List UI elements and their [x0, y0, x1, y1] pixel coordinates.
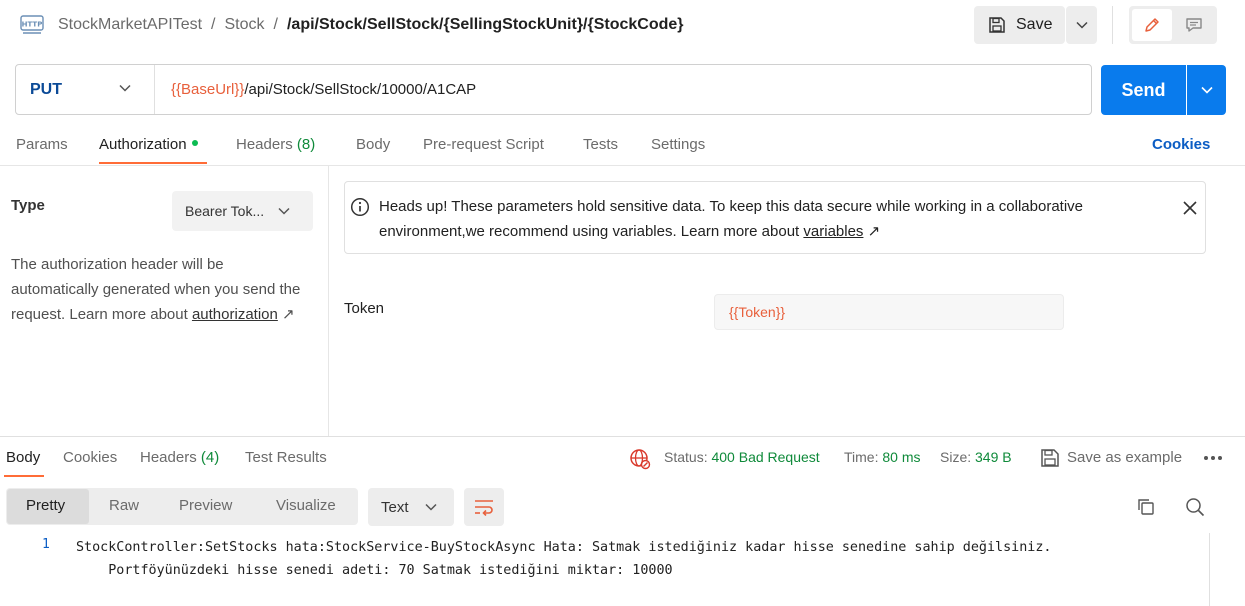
breadcrumb-separator: / — [211, 16, 216, 33]
search-icon[interactable] — [1185, 497, 1205, 517]
time-label: Time: — [844, 449, 879, 465]
active-tab-underline — [4, 475, 44, 477]
status-code[interactable]: Status: 400 Bad Request — [664, 449, 820, 465]
send-button[interactable]: Send — [1101, 65, 1186, 115]
breadcrumb-folder[interactable]: Stock — [225, 16, 265, 34]
send-options-button[interactable] — [1187, 65, 1226, 115]
token-label: Token — [344, 300, 385, 317]
scrollbar[interactable] — [1209, 533, 1210, 606]
close-icon[interactable] — [1183, 201, 1197, 215]
format-visualize[interactable]: Visualize — [276, 497, 336, 514]
time-value: 80 ms — [882, 449, 921, 465]
tab-body[interactable]: Body — [356, 136, 390, 153]
url-path: /api/Stock/SellStock/10000/A1CAP — [244, 81, 477, 98]
divider[interactable] — [0, 436, 1245, 437]
status-label: Status: — [664, 449, 708, 465]
tab-headers[interactable]: Headers (8) — [236, 136, 315, 153]
auth-type-select[interactable]: Bearer Tok... — [172, 191, 313, 231]
variables-docs-link[interactable]: variables — [803, 223, 863, 240]
wrap-lines-icon — [473, 498, 495, 516]
save-button[interactable]: Save — [974, 6, 1065, 44]
response-tab-test-results[interactable]: Test Results — [245, 449, 327, 466]
content-type-select[interactable]: Text — [368, 488, 454, 526]
line-number: 1 — [42, 537, 50, 552]
response-headers-count: (4) — [200, 449, 220, 466]
divider — [0, 165, 1245, 166]
pane-divider[interactable] — [328, 166, 329, 436]
response-body-line: StockController:SetStocks hata:StockServ… — [76, 540, 1052, 555]
notice-text: Heads up! These parameters hold sensitiv… — [379, 198, 1084, 240]
headers-count: (8) — [296, 136, 316, 153]
response-body-line: Portföyünüzdeki hisse senedi adeti: 70 S… — [76, 563, 673, 578]
url-input[interactable]: {{BaseUrl}}/api/Stock/SellStock/10000/A1… — [171, 81, 476, 98]
tab-authorization[interactable]: Authorization — [99, 136, 198, 153]
response-tab-cookies[interactable]: Cookies — [63, 449, 117, 466]
external-link-icon: ↗ — [282, 306, 295, 323]
status-value: 400 Bad Request — [711, 449, 820, 465]
response-time[interactable]: Time: 80 ms — [844, 449, 921, 465]
request-name[interactable]: /api/Stock/SellStock/{SellingStockUnit}/… — [287, 16, 684, 34]
divider — [154, 65, 155, 114]
chevron-down-icon — [278, 207, 290, 215]
content-type-value: Text — [381, 498, 409, 516]
tab-params[interactable]: Params — [16, 136, 68, 153]
save-icon[interactable] — [1040, 448, 1060, 468]
tab-label: Headers — [236, 136, 293, 153]
auth-type-label: Type — [11, 197, 45, 214]
format-preview[interactable]: Preview — [179, 497, 232, 514]
pencil-icon — [1143, 16, 1161, 34]
save-as-example-button[interactable]: Save as example — [1067, 449, 1182, 466]
info-icon — [350, 197, 370, 217]
comments-button[interactable] — [1174, 9, 1214, 41]
tab-prerequest-script[interactable]: Pre-request Script — [423, 136, 544, 153]
chevron-down-icon — [424, 503, 437, 511]
tab-settings[interactable]: Settings — [651, 136, 705, 153]
format-pretty[interactable]: Pretty — [26, 497, 65, 514]
url-variable: {{BaseUrl}} — [171, 81, 245, 98]
response-tab-headers[interactable]: Headers (4) — [140, 449, 219, 466]
svg-text:HTTP: HTTP — [22, 21, 43, 29]
edit-mode-button[interactable] — [1132, 9, 1172, 41]
divider — [1112, 6, 1113, 44]
wrap-lines-button[interactable] — [464, 488, 504, 526]
save-icon — [988, 16, 1006, 34]
auth-type-value: Bearer Tok... — [185, 203, 265, 219]
breadcrumb: StockMarketAPITest / Stock / /api/Stock/… — [58, 16, 684, 34]
tab-label: Authorization — [99, 136, 187, 153]
notice-message: Heads up! These parameters hold sensitiv… — [379, 194, 1169, 244]
chevron-down-icon[interactable] — [119, 84, 131, 92]
save-label: Save — [1016, 16, 1053, 33]
external-link-icon: ↗ — [867, 223, 881, 240]
breadcrumb-separator: / — [273, 16, 278, 33]
cookies-link[interactable]: Cookies — [1152, 136, 1210, 153]
chevron-down-icon — [1200, 86, 1213, 94]
response-tab-body[interactable]: Body — [6, 449, 40, 466]
auth-description: The authorization header will be automat… — [11, 252, 311, 327]
active-tab-underline — [99, 162, 207, 164]
tab-tests[interactable]: Tests — [583, 136, 618, 153]
copy-icon[interactable] — [1136, 497, 1156, 517]
http-icon: HTTP — [20, 14, 44, 36]
method-select[interactable]: PUT — [30, 81, 62, 99]
network-globe-icon[interactable] — [629, 448, 651, 470]
size-label: Size: — [940, 449, 972, 465]
breadcrumb-collection[interactable]: StockMarketAPITest — [58, 16, 202, 34]
chevron-down-icon — [1075, 21, 1088, 29]
format-raw[interactable]: Raw — [109, 497, 139, 514]
token-input[interactable]: {{Token}} — [714, 294, 1064, 330]
save-options-button[interactable] — [1066, 6, 1097, 44]
authorization-docs-link[interactable]: authorization — [192, 306, 278, 323]
response-body[interactable]: StockController:SetStocks hata:StockServ… — [76, 536, 1196, 582]
active-indicator-dot — [191, 140, 198, 147]
size-value: 349 B — [975, 449, 1012, 465]
tab-label: Headers — [140, 449, 197, 466]
comment-icon — [1185, 16, 1203, 34]
response-size[interactable]: Size: 349 B — [940, 449, 1012, 465]
more-options-icon[interactable] — [1203, 455, 1223, 461]
